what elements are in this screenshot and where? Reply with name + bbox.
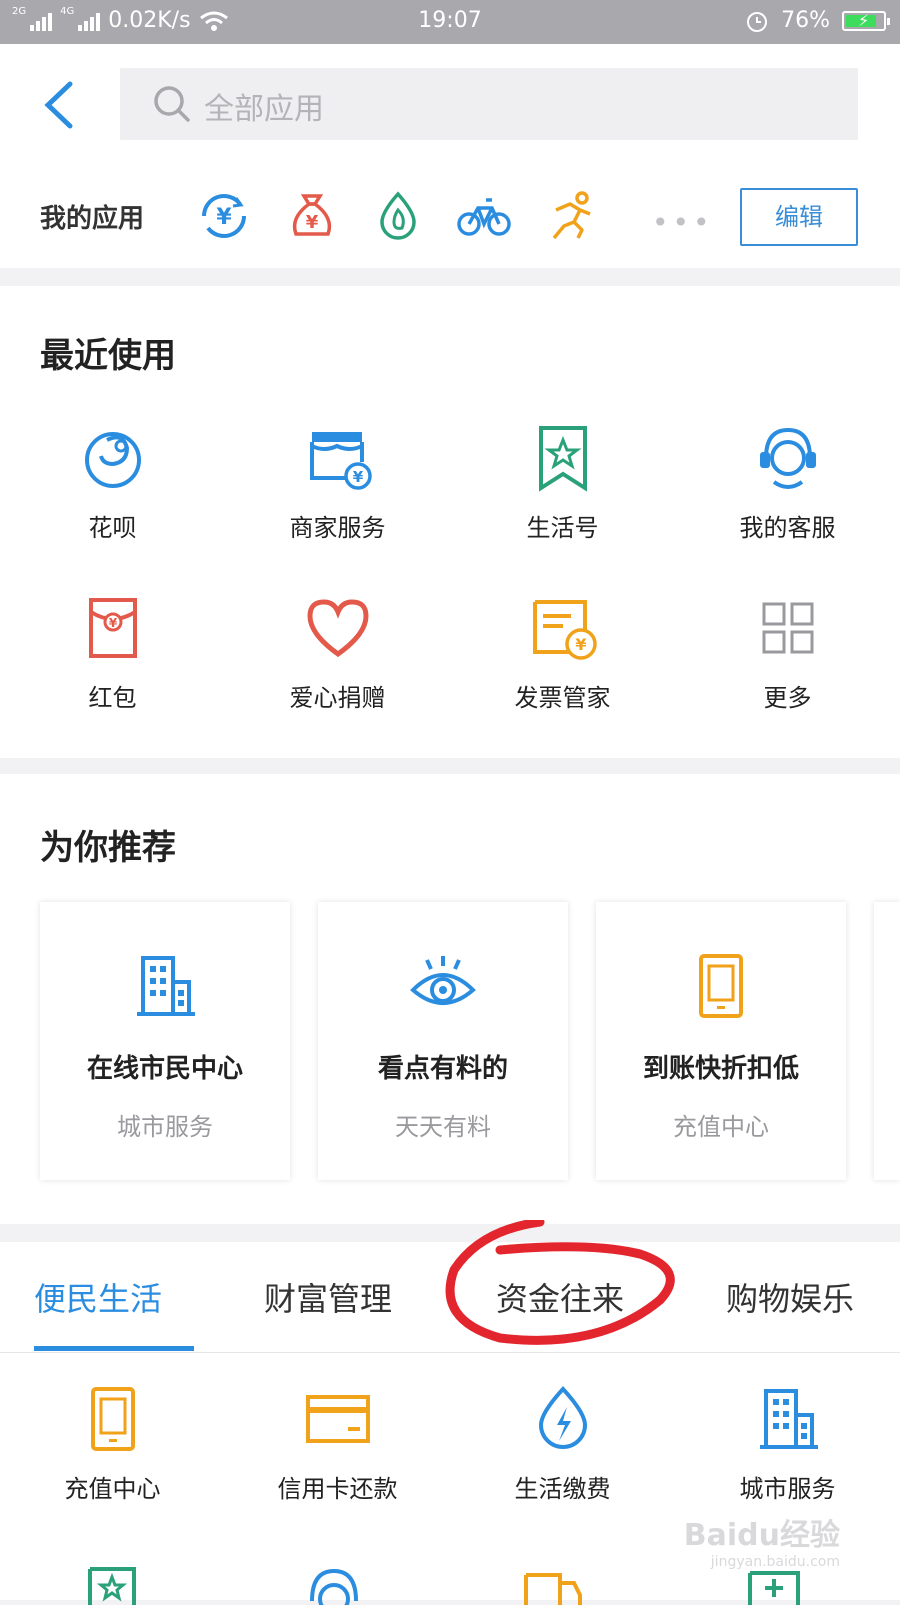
recommend-title: 为你推荐 [40, 828, 176, 868]
card-icon [305, 1395, 370, 1443]
recommend-card-subtitle: 充值中心 [673, 1113, 769, 1141]
recent-item-label: 爱心捐赠 [289, 684, 386, 712]
top-bar: 全部应用 [0, 44, 900, 163]
recent-title: 最近使用 [40, 336, 176, 376]
search-bar[interactable]: 全部应用 [120, 68, 858, 140]
recommend-card-partial[interactable] [874, 902, 900, 1180]
recommend-card-title: 看点有料的 [377, 1054, 508, 1084]
building-icon [759, 1389, 818, 1449]
truck-icon [524, 1573, 582, 1605]
recent-item-label: 生活号 [526, 514, 599, 542]
my-apps-bar: 我的应用 ¥ ¥ ••• 编辑 [0, 162, 900, 268]
phone-icon [90, 1387, 135, 1451]
battery-icon: ⚡ [842, 10, 890, 31]
shop-icon: ¥ [309, 432, 372, 490]
red-circle-annotation [445, 1220, 675, 1345]
life-item-topup[interactable]: 充值中心 [0, 1383, 225, 1504]
recent-item-redpacket[interactable]: ¥ 红包 [0, 592, 225, 713]
running-icon[interactable] [544, 188, 600, 244]
recent-item-charity[interactable]: 爱心捐赠 [225, 592, 450, 713]
search-icon [154, 86, 190, 122]
recent-item-label: 花呗 [88, 514, 137, 542]
recent-item-label: 商家服务 [289, 514, 386, 542]
search-input[interactable]: 全部应用 [204, 84, 324, 128]
tab-shopping[interactable]: 购物娱乐 [726, 1274, 854, 1320]
phone-icon [699, 954, 743, 1018]
eye-icon [410, 956, 476, 1005]
active-tab-indicator [34, 1346, 194, 1351]
alarm-icon [747, 11, 768, 32]
tab-convenience[interactable]: 便民生活 [34, 1274, 162, 1320]
recent-item-invoice[interactable]: ¥ 发票管家 [450, 592, 675, 713]
huabei-icon [84, 432, 141, 488]
recommend-card-subtitle: 天天有料 [395, 1113, 491, 1141]
recent-item-label: 我的客服 [739, 514, 836, 542]
headset-icon [759, 427, 816, 489]
recent-section: 最近使用 花呗 ¥ 商家服务 生活号 我的客服 ¥ 红包 爱心捐赠 ¥ 发票管家… [0, 286, 900, 758]
more-dots-icon[interactable]: ••• [652, 206, 714, 239]
recent-item-label: 更多 [763, 684, 812, 712]
recent-item-life[interactable]: 生活号 [450, 422, 675, 543]
recent-item-label: 发票管家 [514, 684, 611, 712]
svg-text:¥: ¥ [575, 635, 586, 654]
recommend-card-title: 在线市民中心 [86, 1054, 243, 1084]
recommend-card[interactable]: 在线市民中心 城市服务 [40, 902, 290, 1180]
category-tabs: 便民生活 财富管理 资金往来 购物娱乐 [0, 1220, 900, 1353]
red-envelope-icon: ¥ [88, 598, 137, 658]
svg-text:¥: ¥ [352, 468, 363, 486]
recent-item-huabei[interactable]: 花呗 [0, 422, 225, 543]
heart-icon [306, 599, 369, 658]
edit-button[interactable]: 编辑 [740, 188, 858, 246]
recommend-card[interactable]: 看点有料的 天天有料 [318, 902, 568, 1180]
yuan-exchange-icon[interactable]: ¥ [196, 188, 252, 244]
recommend-card-subtitle: 城市服务 [117, 1113, 213, 1141]
bicycle-icon[interactable] [456, 188, 512, 244]
recommend-card-title: 到账快折扣低 [642, 1054, 799, 1084]
svg-text:¥: ¥ [216, 205, 232, 230]
bookmark-star-icon [538, 426, 587, 492]
back-arrow-icon[interactable] [40, 78, 80, 132]
recent-item-shop[interactable]: ¥ 商家服务 [225, 422, 450, 543]
bookmark-star-icon [88, 1567, 136, 1605]
svg-text:¥: ¥ [108, 616, 117, 630]
recent-item-label: 红包 [88, 684, 137, 712]
life-item-city[interactable]: 城市服务 [675, 1383, 900, 1504]
my-apps-title: 我的应用 [40, 204, 145, 234]
bolt-drop-icon [538, 1386, 587, 1449]
baidu-watermark: Baidu经验 jingyan.baidu.com [683, 1518, 840, 1570]
life-item-credit[interactable]: 信用卡还款 [225, 1383, 450, 1504]
tab-wealth[interactable]: 财富管理 [264, 1274, 392, 1320]
status-bar: 2G 4G 0.02K/s 19:07 76% ⚡ [0, 0, 900, 44]
money-bag-icon[interactable]: ¥ [284, 188, 340, 244]
battery-percent: 76% [781, 8, 830, 33]
recommend-card[interactable]: 到账快折扣低 充值中心 [596, 902, 846, 1180]
life-item-label: 城市服务 [739, 1475, 836, 1503]
grid-icon [762, 602, 813, 654]
life-item-bills[interactable]: 生活缴费 [450, 1383, 675, 1504]
invoice-icon: ¥ [532, 600, 597, 660]
life-item-label: 充值中心 [64, 1475, 161, 1503]
recent-item-more[interactable]: 更多 [675, 592, 900, 713]
shield-plus-icon [748, 1571, 800, 1605]
drop-icon[interactable] [370, 188, 426, 244]
svg-text:¥: ¥ [306, 212, 319, 233]
headset-icon [310, 1568, 358, 1605]
life-item-label: 信用卡还款 [277, 1475, 398, 1503]
building-icon [137, 956, 195, 1016]
recent-item-service[interactable]: 我的客服 [675, 422, 900, 543]
life-item-label: 生活缴费 [514, 1475, 611, 1503]
